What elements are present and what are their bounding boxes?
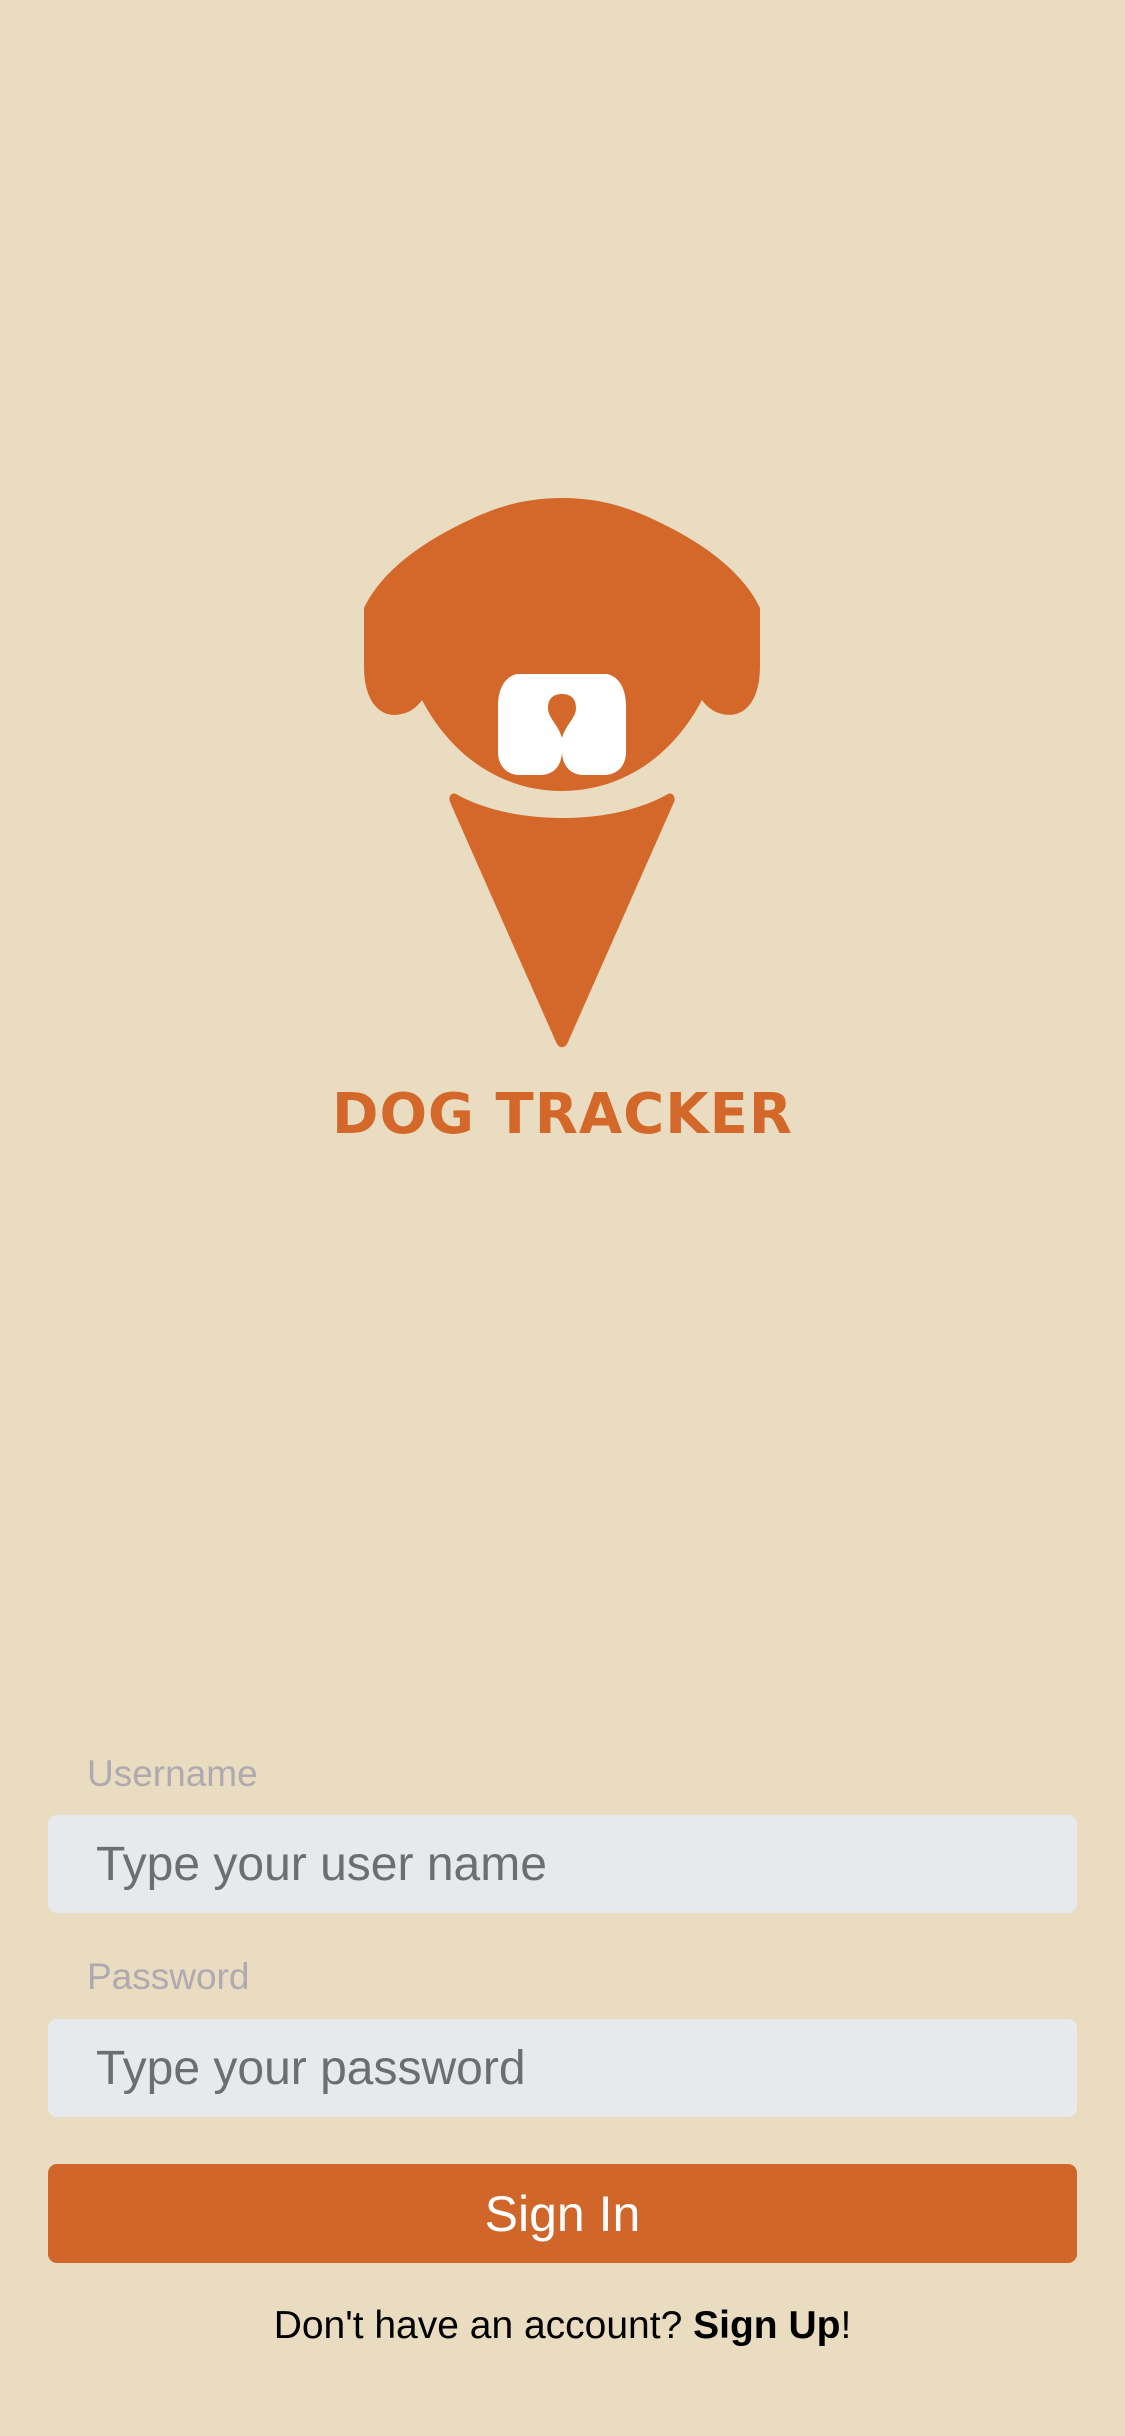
dog-tracker-logo-icon (362, 496, 763, 1056)
sign-up-link[interactable]: Sign Up (693, 2304, 840, 2347)
sign-in-button[interactable]: Sign In (48, 2164, 1077, 2263)
app-title: DOG TRACKER (331, 1082, 794, 1147)
signup-prompt: Don't have an account? Sign Up! (0, 2304, 1125, 2348)
password-label: Password (87, 1956, 250, 1997)
signup-prompt-text: Don't have an account? (273, 2304, 694, 2347)
signup-prompt-suffix: ! (840, 2304, 852, 2347)
password-input[interactable]: Type your password (48, 2019, 1077, 2117)
username-label: Username (87, 1753, 258, 1794)
username-input[interactable]: Type your user name (48, 1815, 1077, 1913)
